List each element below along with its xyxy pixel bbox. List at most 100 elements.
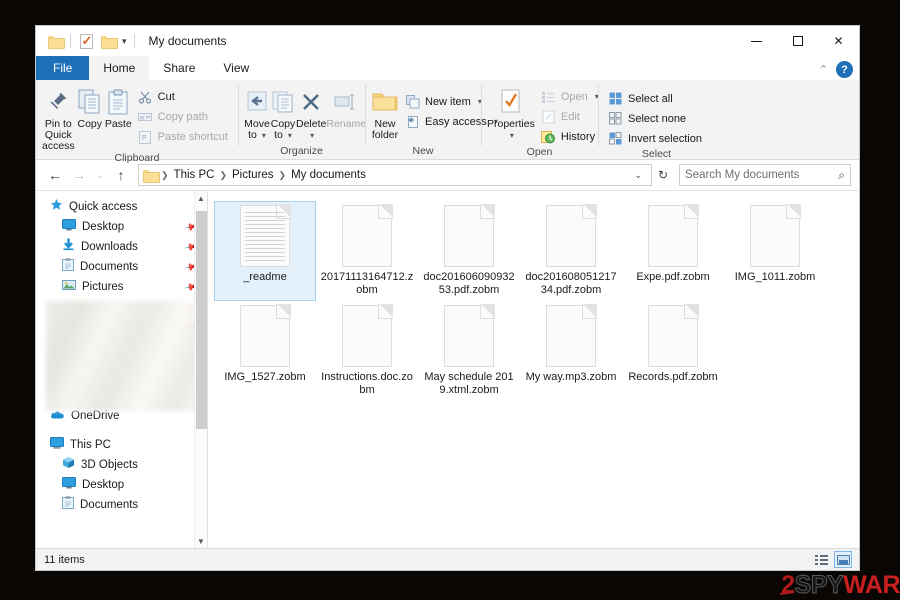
- scroll-down-icon[interactable]: ▼: [197, 534, 205, 548]
- ribbon-group-open: Properties ▾ Open ▾ Edit History Open: [481, 80, 599, 160]
- new-folder-icon: [371, 87, 399, 117]
- select-all-button[interactable]: Select all: [604, 89, 706, 108]
- file-item-4[interactable]: Expe.pdf.zobm: [622, 201, 724, 301]
- file-item-readme[interactable]: _readme: [214, 201, 316, 301]
- chevron-down-icon[interactable]: ▾: [510, 131, 514, 140]
- file-item-8[interactable]: May schedule 2019.xtml.zobm: [418, 301, 520, 401]
- chevron-down-icon[interactable]: ▾: [310, 131, 314, 140]
- copy-to-button[interactable]: Copy to ▾: [270, 84, 296, 141]
- back-button[interactable]: ←: [44, 164, 66, 186]
- file-item-6[interactable]: IMG_1527.zobm: [214, 301, 316, 401]
- file-item-9[interactable]: My way.mp3.zobm: [520, 301, 622, 401]
- qat-divider-2: [133, 34, 135, 48]
- breadcrumb-item-my-documents[interactable]: My documents: [287, 169, 370, 181]
- file-item-5[interactable]: IMG_1011.zobm: [724, 201, 826, 301]
- delete-icon: [300, 87, 322, 117]
- sidebar-item-desktop[interactable]: Desktop 📌: [36, 217, 207, 237]
- ribbon-group-clipboard: Pin to Quick access Copy Paste Cut w Cop…: [36, 80, 238, 164]
- chevron-down-icon[interactable]: ▾: [288, 131, 292, 140]
- tab-file[interactable]: File: [36, 56, 90, 80]
- scrollbar-track[interactable]: [195, 205, 207, 534]
- chevron-down-icon[interactable]: ▾: [119, 36, 130, 47]
- sidebar-item-desktop-pc[interactable]: Desktop: [36, 475, 207, 495]
- file-list-pane[interactable]: _readme 20171113164712.zobm doc201606090…: [208, 191, 859, 548]
- help-button[interactable]: ?: [836, 61, 853, 78]
- tab-view[interactable]: View: [209, 56, 263, 80]
- paste-shortcut-button[interactable]: P Paste shortcut: [134, 127, 232, 146]
- blank-document-icon: [546, 304, 597, 367]
- blank-document-icon: [240, 304, 291, 367]
- pin-to-quick-access-button[interactable]: Pin to Quick access: [42, 84, 75, 152]
- easy-access-icon: [405, 114, 420, 129]
- invert-selection-label: Invert selection: [628, 132, 702, 145]
- recent-locations-icon[interactable]: ⌄: [92, 164, 108, 186]
- file-item-10[interactable]: Records.pdf.zobm: [622, 301, 724, 401]
- new-folder-button[interactable]: New folder: [371, 84, 399, 141]
- breadcrumb-separator[interactable]: ❯: [278, 170, 288, 181]
- up-button[interactable]: ↑: [110, 164, 132, 186]
- breadcrumb[interactable]: ❯ This PC ❯ Pictures ❯ My documents ⌄: [138, 164, 652, 186]
- file-item-7[interactable]: Instructions.doc.zobm: [316, 301, 418, 401]
- new-folder-icon[interactable]: [97, 30, 119, 52]
- open-small-commands: Open ▾ Edit History: [537, 84, 603, 146]
- star-icon: [50, 198, 63, 216]
- address-dropdown-icon[interactable]: ⌄: [629, 170, 647, 181]
- rename-button[interactable]: Rename: [326, 84, 366, 130]
- copy-path-button[interactable]: w Copy path: [134, 107, 232, 126]
- invert-selection-button[interactable]: Invert selection: [604, 129, 706, 148]
- minimize-button[interactable]: [736, 26, 777, 56]
- copy-button[interactable]: Copy: [77, 84, 103, 130]
- close-button[interactable]: ✕: [818, 26, 859, 56]
- open-button[interactable]: Open ▾: [537, 87, 603, 106]
- sidebar-item-3d-objects[interactable]: 3D Objects: [36, 455, 207, 475]
- explorer-body: Quick access Desktop 📌 Downloads 📌 Docum…: [36, 190, 859, 548]
- sidebar-item-quick-access[interactable]: Quick access: [36, 197, 207, 217]
- properties-button[interactable]: Properties ▾: [487, 84, 535, 141]
- sidebar-label-onedrive: OneDrive: [71, 410, 120, 422]
- folder-icon[interactable]: [44, 30, 66, 52]
- maximize-button[interactable]: [777, 26, 818, 56]
- select-none-button[interactable]: Select none: [604, 109, 706, 128]
- scrollbar-thumb[interactable]: [196, 211, 207, 429]
- easy-access-label: Easy access: [425, 115, 487, 128]
- history-button[interactable]: History: [537, 127, 603, 146]
- cut-button[interactable]: Cut: [134, 87, 232, 106]
- 3dobjects-icon: [62, 456, 75, 474]
- collapse-ribbon-icon[interactable]: ⌃: [819, 63, 828, 76]
- large-icons-view-button[interactable]: [834, 551, 852, 568]
- refresh-button[interactable]: ↻: [654, 168, 672, 182]
- file-item-2[interactable]: doc20160609093253.pdf.zobm: [418, 201, 520, 301]
- move-to-icon: [244, 87, 270, 117]
- breadcrumb-item-pictures[interactable]: Pictures: [228, 169, 278, 181]
- delete-button[interactable]: Delete ▾: [296, 84, 326, 141]
- tab-home[interactable]: Home: [89, 56, 150, 80]
- breadcrumb-separator[interactable]: ❯: [218, 170, 228, 181]
- ribbon: Pin to Quick access Copy Paste Cut w Cop…: [36, 80, 859, 164]
- svg-text:P: P: [142, 135, 147, 142]
- file-item-1[interactable]: 20171113164712.zobm: [316, 201, 418, 301]
- breadcrumb-item-this-pc[interactable]: This PC: [170, 169, 219, 181]
- pin-to-quick-access-label: Pin to Quick: [44, 118, 72, 141]
- file-name: May schedule 2019.xtml.zobm: [424, 371, 514, 396]
- rename-label: Rename: [326, 118, 367, 130]
- search-input[interactable]: Search My documents ⌕: [679, 164, 851, 186]
- sidebar-item-documents-pc[interactable]: Documents: [36, 495, 207, 515]
- sidebar-item-documents[interactable]: Documents 📌: [36, 257, 207, 277]
- edit-button[interactable]: Edit: [537, 107, 603, 126]
- paste-button[interactable]: Paste: [105, 84, 132, 130]
- move-to-button[interactable]: Move to ▾: [244, 84, 270, 141]
- sidebar-item-pictures[interactable]: Pictures 📌: [36, 277, 207, 297]
- tab-share[interactable]: Share: [149, 56, 209, 80]
- chevron-down-icon[interactable]: ▾: [262, 131, 266, 140]
- sidebar-scrollbar[interactable]: ▲ ▼: [194, 191, 207, 548]
- properties-icon[interactable]: [75, 30, 97, 52]
- sidebar-item-downloads[interactable]: Downloads 📌: [36, 237, 207, 257]
- sidebar-item-this-pc[interactable]: This PC: [36, 435, 207, 455]
- new-item-icon: [405, 94, 420, 109]
- details-view-button[interactable]: [812, 551, 830, 568]
- scroll-up-icon[interactable]: ▲: [197, 191, 205, 205]
- forward-button[interactable]: →: [68, 164, 90, 186]
- file-item-3[interactable]: doc20160805121734.pdf.zobm: [520, 201, 622, 301]
- select-all-label: Select all: [628, 92, 673, 105]
- sidebar-label-3d-objects: 3D Objects: [81, 459, 138, 471]
